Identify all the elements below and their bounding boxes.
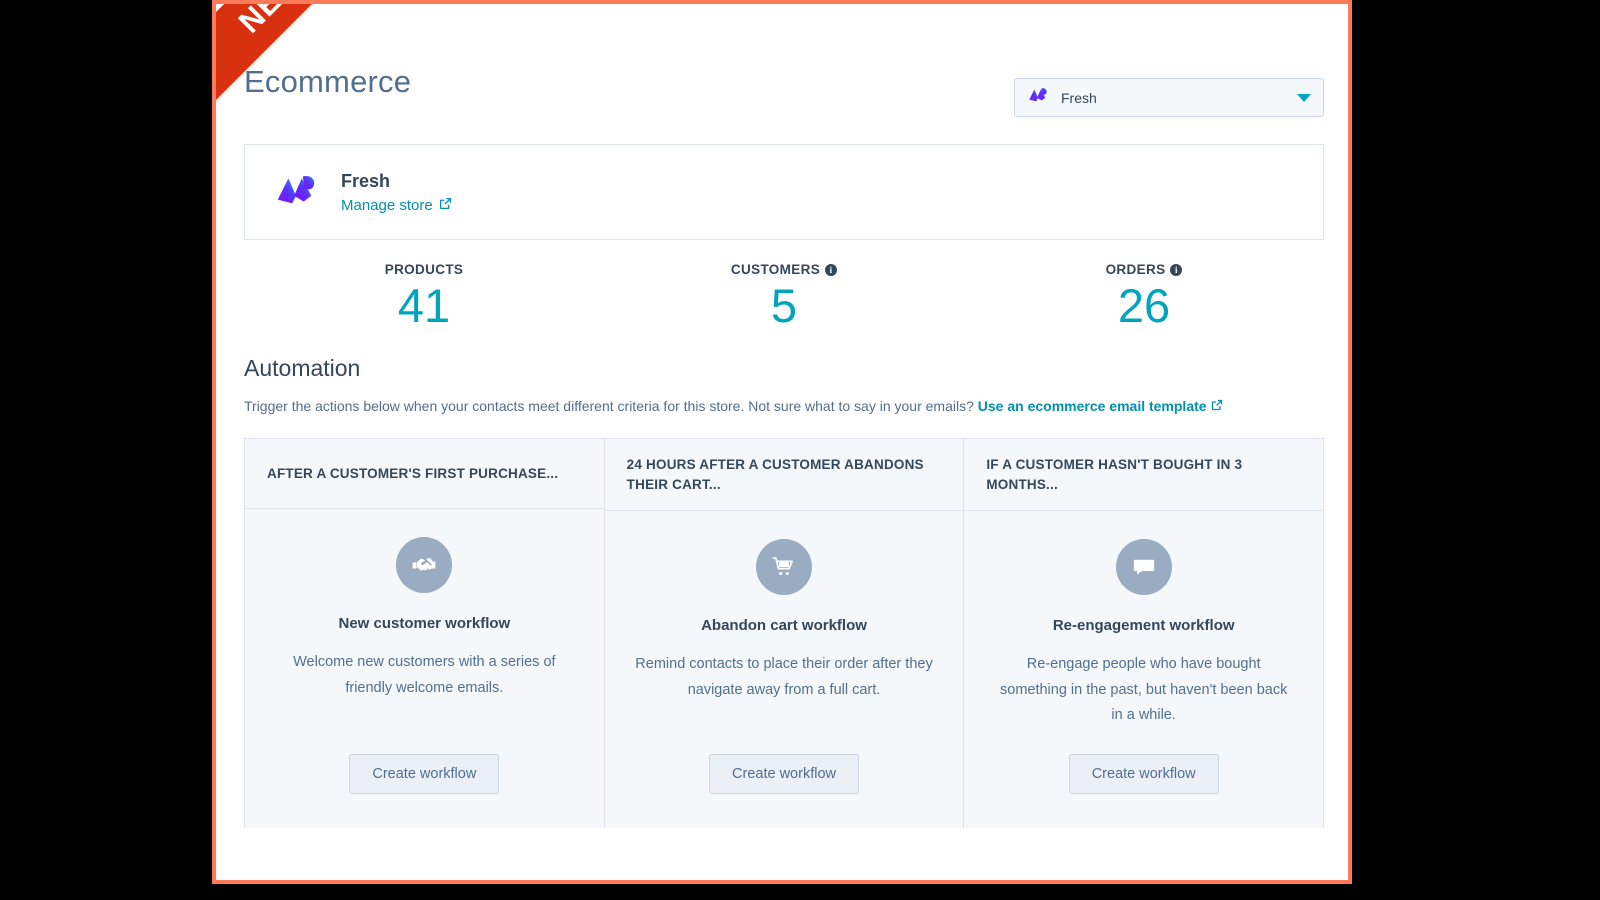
workflow-trigger-label: 24 HOURS AFTER A CUSTOMER ABANDONS THEIR… bbox=[626, 457, 924, 492]
shopping-cart-icon bbox=[756, 539, 812, 596]
handshake-icon bbox=[396, 537, 453, 594]
ecommerce-email-template-link[interactable]: Use an ecommerce email template bbox=[978, 397, 1223, 417]
automation-description: Trigger the actions below when your cont… bbox=[244, 397, 1324, 417]
create-workflow-button[interactable]: Create workflow bbox=[349, 754, 500, 795]
stat-customers: CUSTOMERS i 5 bbox=[604, 262, 964, 333]
store-summary-card: Fresh Manage store bbox=[244, 144, 1324, 240]
automation-title: Automation bbox=[244, 354, 361, 381]
stat-orders: ORDERS i 26 bbox=[964, 262, 1324, 333]
workflow-header-cell: AFTER A CUSTOMER'S FIRST PURCHASE... bbox=[245, 439, 604, 510]
workflow-description: Remind contacts to place their order aft… bbox=[635, 656, 933, 698]
page-header: Ecommerce Fresh bbox=[216, 4, 1348, 117]
store-selector-value: Fresh bbox=[1061, 89, 1097, 106]
info-icon[interactable]: i bbox=[1170, 263, 1183, 276]
workflow-button-wrap: Create workflow bbox=[1068, 728, 1219, 795]
stat-customers-value: 5 bbox=[770, 279, 798, 332]
workflow-button-wrap: Create workflow bbox=[709, 728, 859, 795]
workflow-button-wrap: Create workflow bbox=[349, 728, 500, 795]
stat-products-label: PRODUCTS bbox=[385, 262, 464, 277]
create-workflow-button[interactable]: Create workflow bbox=[1068, 754, 1219, 795]
automation-description-text: Trigger the actions below when your cont… bbox=[244, 397, 978, 414]
workflow-body-cell: Re-engagement workflow Re-engage people … bbox=[964, 511, 1323, 828]
stat-customers-label: CUSTOMERS i bbox=[730, 262, 838, 277]
store-stats-row: PRODUCTS 41 CUSTOMERS i 5 ORDERS i 26 bbox=[244, 262, 1324, 333]
ecommerce-email-template-label: Use an ecommerce email template bbox=[977, 397, 1207, 414]
automation-workflow-table: AFTER A CUSTOMER'S FIRST PURCHASE... New… bbox=[244, 438, 1324, 829]
workflow-name: Abandon cart workflow bbox=[701, 617, 867, 635]
brand-logo-icon bbox=[1027, 84, 1049, 111]
create-workflow-button[interactable]: Create workflow bbox=[709, 754, 859, 795]
external-link-icon bbox=[439, 197, 452, 214]
stat-customers-label-text: CUSTOMERS bbox=[730, 262, 821, 277]
store-card-text: Fresh Manage store bbox=[341, 171, 452, 214]
workflow-description: Re-engage people who have bought somethi… bbox=[1000, 656, 1288, 724]
workflow-column-new-customer: AFTER A CUSTOMER'S FIRST PURCHASE... New… bbox=[245, 439, 605, 829]
workflow-header-cell: IF A CUSTOMER HASN'T BOUGHT IN 3 MONTHS.… bbox=[964, 439, 1324, 512]
stat-orders-label-text: ORDERS bbox=[1105, 262, 1166, 277]
workflow-body-cell: Abandon cart workflow Remind contacts to… bbox=[605, 511, 964, 828]
workflow-body-cell: New customer workflow Welcome new custom… bbox=[245, 509, 604, 828]
workflow-description: Welcome new customers with a series of f… bbox=[293, 654, 556, 696]
workflow-name: Re-engagement workflow bbox=[1052, 617, 1235, 635]
external-link-icon bbox=[1211, 397, 1223, 417]
workflow-column-re-engagement: IF A CUSTOMER HASN'T BOUGHT IN 3 MONTHS.… bbox=[964, 439, 1324, 828]
chevron-down-icon bbox=[1297, 93, 1311, 102]
stat-products-value: 41 bbox=[397, 279, 451, 332]
ecommerce-page: NEW Ecommerce bbox=[216, 4, 1348, 880]
stat-orders-value: 26 bbox=[1117, 279, 1171, 332]
workflow-column-abandon-cart: 24 HOURS AFTER A CUSTOMER ABANDONS THEIR… bbox=[604, 439, 965, 829]
automation-section: Automation Trigger the actions below whe… bbox=[244, 354, 1324, 417]
workflow-trigger-label: AFTER A CUSTOMER'S FIRST PURCHASE... bbox=[267, 465, 559, 481]
workflow-header-cell: 24 HOURS AFTER A CUSTOMER ABANDONS THEIR… bbox=[604, 439, 964, 512]
page-title: Ecommerce bbox=[244, 64, 412, 99]
stat-products-label-text: PRODUCTS bbox=[384, 262, 464, 277]
stat-orders-label: ORDERS i bbox=[1106, 262, 1183, 277]
stat-products: PRODUCTS 41 bbox=[244, 262, 604, 333]
manage-store-link[interactable]: Manage store bbox=[341, 197, 452, 214]
manage-store-label: Manage store bbox=[341, 196, 433, 214]
store-name: Fresh bbox=[341, 170, 391, 191]
chat-bubble-icon bbox=[1115, 539, 1172, 596]
workflow-name: New customer workflow bbox=[338, 615, 511, 633]
browser-viewport-frame: NEW Ecommerce bbox=[212, 0, 1352, 884]
workflow-trigger-label: IF A CUSTOMER HASN'T BOUGHT IN 3 MONTHS.… bbox=[986, 457, 1243, 492]
store-selector-dropdown[interactable]: Fresh bbox=[1014, 78, 1324, 117]
brand-logo-icon bbox=[273, 167, 319, 218]
info-icon[interactable]: i bbox=[825, 263, 838, 276]
